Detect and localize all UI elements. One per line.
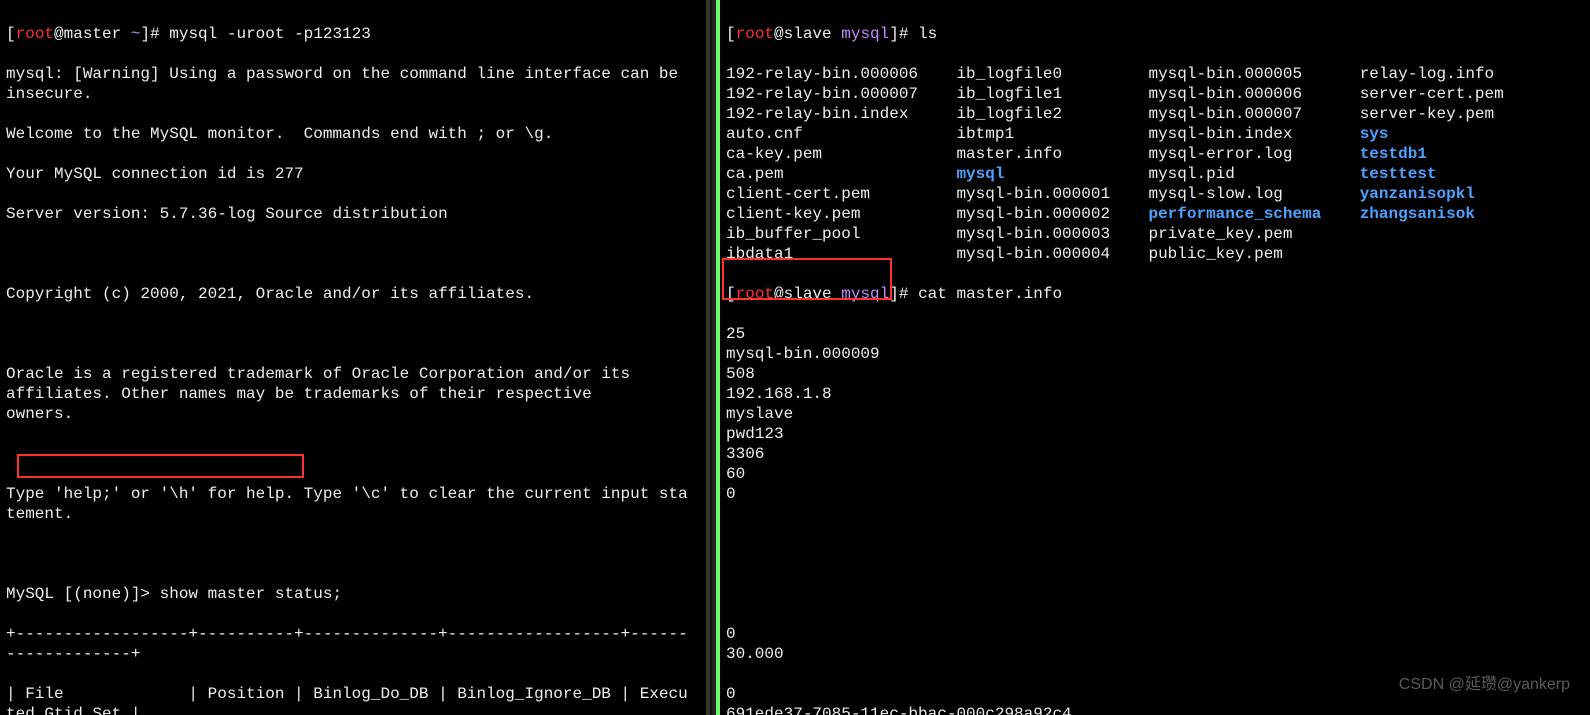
- list-item: public_key.pem: [1148, 244, 1359, 264]
- list-item: mysql-slow.log: [1148, 184, 1359, 204]
- list-item: 192-relay-bin.index: [726, 104, 956, 124]
- list-item: ca-key.pem: [726, 144, 956, 164]
- list-item: auto.cnf: [726, 124, 956, 144]
- output-line: [726, 544, 1584, 564]
- output-line: 508: [726, 364, 1584, 384]
- output-line: 30.000: [726, 644, 1584, 664]
- list-item: sys: [1360, 124, 1504, 144]
- highlight-master-status: [17, 454, 304, 478]
- list-item: ib_logfile2: [956, 104, 1148, 124]
- output-line: [726, 604, 1584, 624]
- list-item: mysql: [956, 164, 1148, 184]
- mysql-prompt-line: MySQL [(none)]> show master status;: [6, 584, 700, 604]
- output-line: [726, 584, 1584, 604]
- table-separator: +------------------+----------+---------…: [6, 624, 700, 664]
- shell-prompt-line: [root@slave mysql]# ls: [726, 24, 1584, 44]
- list-item: mysql-error.log: [1148, 144, 1359, 164]
- list-item: client-cert.pem: [726, 184, 956, 204]
- output-line: 0: [726, 624, 1584, 644]
- shell-prompt-line: [root@master ~]# mysql -uroot -p123123: [6, 24, 700, 44]
- list-item: zhangsanisok: [1360, 204, 1504, 224]
- list-item: server-key.pem: [1360, 104, 1504, 124]
- ls-output: 192-relay-bin.000006 192-relay-bin.00000…: [726, 64, 1584, 264]
- list-item: private_key.pem: [1148, 224, 1359, 244]
- output-line: 0: [726, 484, 1584, 504]
- output-line: myslave: [726, 404, 1584, 424]
- output-line: mysql-bin.000009: [726, 344, 1584, 364]
- output-line: [726, 504, 1584, 524]
- list-item: ib_logfile0: [956, 64, 1148, 84]
- list-item: mysql-bin.000005: [1148, 64, 1359, 84]
- list-item: mysql-bin.000006: [1148, 84, 1359, 104]
- master-info-output: 25mysql-bin.000009508192.168.1.8myslavep…: [726, 324, 1584, 715]
- list-item: relay-log.info: [1360, 64, 1504, 84]
- list-item: testtest: [1360, 164, 1504, 184]
- list-item: mysql-bin.index: [1148, 124, 1359, 144]
- mysql-help: Type 'help;' or '\h' for help. Type '\c'…: [6, 484, 700, 524]
- list-item: yanzanisopkl: [1360, 184, 1504, 204]
- mysql-trademark: Oracle is a registered trademark of Orac…: [6, 364, 700, 424]
- mysql-warning: mysql: [Warning] Using a password on the…: [6, 64, 700, 104]
- output-line: [726, 564, 1584, 584]
- list-item: master.info: [956, 144, 1148, 164]
- list-item: ib_buffer_pool: [726, 224, 956, 244]
- terminal-left-pane[interactable]: [root@master ~]# mysql -uroot -p123123 m…: [0, 0, 710, 715]
- highlight-master-info: [722, 258, 892, 300]
- list-item: testdb1: [1360, 144, 1504, 164]
- table-header: | File | Position | Binlog_Do_DB | Binlo…: [6, 684, 700, 715]
- list-item: mysql.pid: [1148, 164, 1359, 184]
- list-item: ibtmp1: [956, 124, 1148, 144]
- list-item: client-key.pem: [726, 204, 956, 224]
- list-item: performance_schema: [1148, 204, 1359, 224]
- list-item: mysql-bin.000004: [956, 244, 1148, 264]
- mysql-copyright: Copyright (c) 2000, 2021, Oracle and/or …: [6, 284, 700, 304]
- mysql-connid: Your MySQL connection id is 277: [6, 164, 700, 184]
- list-item: mysql-bin.000002: [956, 204, 1148, 224]
- mysql-version: Server version: 5.7.36-log Source distri…: [6, 204, 700, 224]
- output-line: 25: [726, 324, 1584, 344]
- list-item: ca.pem: [726, 164, 956, 184]
- output-line: pwd123: [726, 424, 1584, 444]
- mysql-welcome: Welcome to the MySQL monitor. Commands e…: [6, 124, 700, 144]
- output-line: 192.168.1.8: [726, 384, 1584, 404]
- list-item: 192-relay-bin.000007: [726, 84, 956, 104]
- output-line: 691ede37-7085-11ec-bbac-000c298a92c4: [726, 704, 1584, 715]
- list-item: mysql-bin.000003: [956, 224, 1148, 244]
- list-item: mysql-bin.000001: [956, 184, 1148, 204]
- watermark: CSDN @延瓒@yankerp: [1399, 675, 1570, 695]
- output-line: [726, 524, 1584, 544]
- list-item: ib_logfile1: [956, 84, 1148, 104]
- list-item: 192-relay-bin.000006: [726, 64, 956, 84]
- list-item: server-cert.pem: [1360, 84, 1504, 104]
- output-line: 60: [726, 464, 1584, 484]
- output-line: 3306: [726, 444, 1584, 464]
- list-item: mysql-bin.000007: [1148, 104, 1359, 124]
- terminal-right-pane[interactable]: [root@slave mysql]# ls 192-relay-bin.000…: [716, 0, 1590, 715]
